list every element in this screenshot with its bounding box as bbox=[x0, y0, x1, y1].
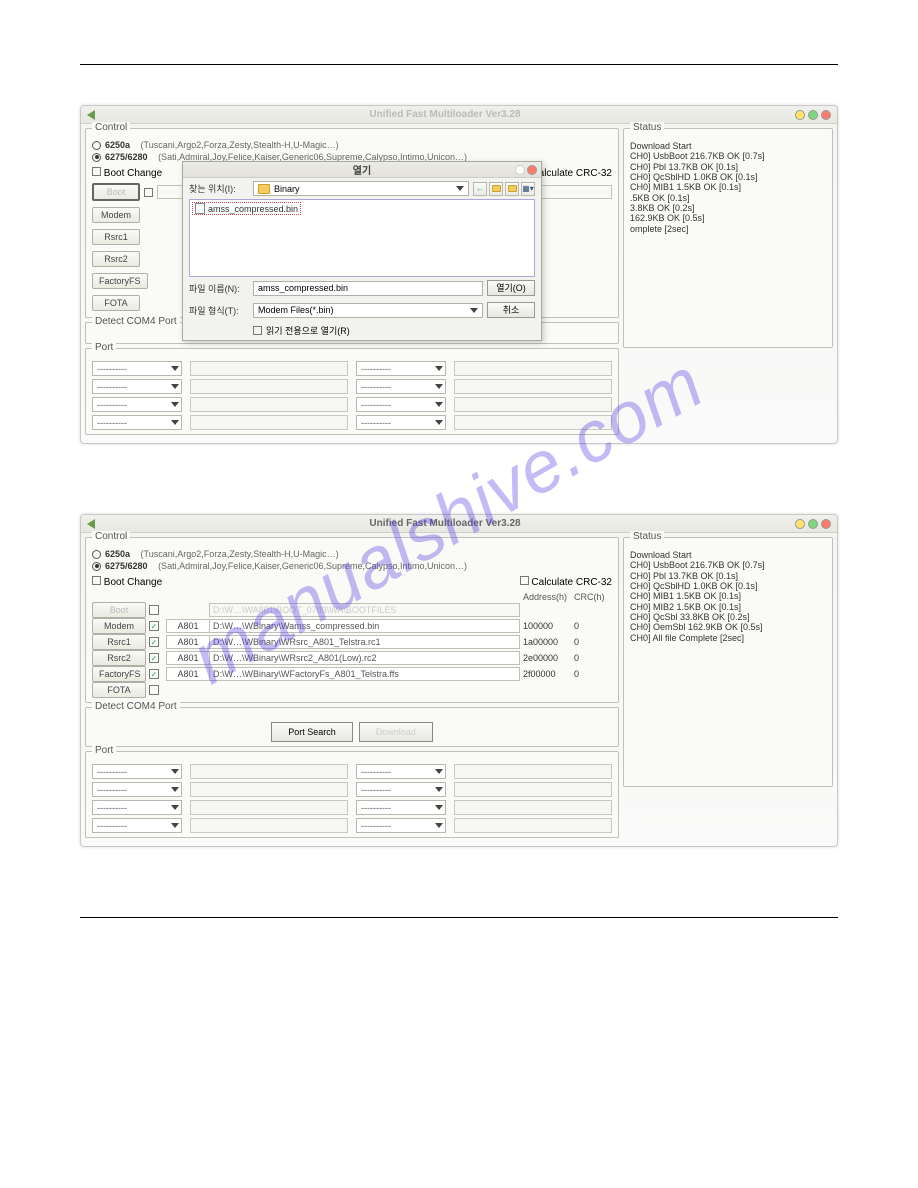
views-icon[interactable]: ▦▾ bbox=[521, 182, 535, 196]
rsrc2-checkbox[interactable] bbox=[149, 653, 159, 663]
port-combo[interactable]: ---------- bbox=[92, 379, 182, 394]
back-arrow-icon[interactable] bbox=[87, 519, 95, 529]
fota-button[interactable]: FOTA bbox=[92, 682, 146, 698]
port-combo[interactable]: ---------- bbox=[356, 379, 446, 394]
factoryfs-button[interactable]: FactoryFS bbox=[92, 666, 146, 682]
port-combo[interactable]: ---------- bbox=[356, 764, 446, 779]
port-combo[interactable]: ---------- bbox=[356, 415, 446, 430]
port-combo[interactable]: ---------- bbox=[92, 415, 182, 430]
up-folder-icon[interactable] bbox=[489, 182, 503, 196]
port-group-title: Port bbox=[92, 745, 116, 756]
modem-checkbox[interactable] bbox=[149, 621, 159, 631]
close-button[interactable] bbox=[821, 519, 831, 529]
boot-button[interactable]: Boot bbox=[92, 183, 140, 201]
rsrc1-button[interactable]: Rsrc1 bbox=[92, 229, 140, 245]
port-combo[interactable]: ---------- bbox=[92, 397, 182, 412]
port-combo[interactable]: ---------- bbox=[356, 361, 446, 376]
file-list[interactable]: amss_compressed.bin bbox=[189, 199, 535, 277]
maximize-button[interactable] bbox=[808, 110, 818, 120]
radio-6275[interactable]: 6275/6280 (Sati,Admiral,Joy,Felice,Kaise… bbox=[92, 560, 612, 572]
boot-button[interactable]: Boot bbox=[92, 602, 146, 618]
port-combo[interactable]: ---------- bbox=[356, 782, 446, 797]
factoryfs-path[interactable]: D:\W…\WBinary\WFactoryFs_A801_Telstra.ff… bbox=[209, 667, 520, 681]
minimize-button[interactable] bbox=[795, 519, 805, 529]
rsrc1-checkbox[interactable] bbox=[149, 637, 159, 647]
filename-input[interactable]: amss_compressed.bin bbox=[253, 281, 483, 296]
port-combo[interactable]: ---------- bbox=[92, 764, 182, 779]
file-icon bbox=[195, 203, 205, 214]
port-search-button[interactable]: Port Search bbox=[271, 722, 353, 742]
close-button[interactable] bbox=[821, 110, 831, 120]
window-title: Unified Fast Multiloader Ver3.28 bbox=[95, 518, 795, 529]
rsrc2-button[interactable]: Rsrc2 bbox=[92, 650, 146, 666]
modem-button[interactable]: Modem bbox=[92, 618, 146, 634]
dialog-title: 열기 bbox=[353, 162, 371, 177]
download-button[interactable]: Download bbox=[359, 722, 433, 742]
port-combo[interactable]: ---------- bbox=[356, 818, 446, 833]
port-combo[interactable]: ---------- bbox=[92, 361, 182, 376]
readonly-checkbox[interactable] bbox=[253, 326, 262, 335]
rsrc2-path[interactable]: D:\W…\WBinary\WRsrc2_A801(Low).rc2 bbox=[209, 651, 520, 665]
maximize-button[interactable] bbox=[808, 519, 818, 529]
file-item[interactable]: amss_compressed.bin bbox=[192, 202, 301, 215]
lookin-label: 찾는 위치(I): bbox=[189, 182, 249, 195]
open-button[interactable]: 열기(O) bbox=[487, 280, 535, 296]
modem-code[interactable]: A801 bbox=[166, 619, 210, 633]
folder-icon bbox=[258, 184, 270, 194]
boot-path: D:\W…\WA801\BOOT_0703\WA\BOOTFILES bbox=[209, 603, 520, 617]
modem-button[interactable]: Modem bbox=[92, 207, 140, 223]
factoryfs-button[interactable]: FactoryFS bbox=[92, 273, 148, 289]
bootchange-checkbox[interactable] bbox=[92, 576, 101, 585]
rsrc1-path[interactable]: D:\W…\WBinary\WRsrc_A801_Telstra.rc1 bbox=[209, 635, 520, 649]
dialog-close-button[interactable] bbox=[527, 165, 537, 175]
titlebar: Unified Fast Multiloader Ver3.28 bbox=[81, 106, 837, 124]
port-combo[interactable]: ---------- bbox=[92, 800, 182, 815]
cancel-button[interactable]: 취소 bbox=[487, 302, 535, 318]
crc-checkbox[interactable] bbox=[520, 576, 529, 585]
back-arrow-icon[interactable] bbox=[87, 110, 95, 120]
minimize-button[interactable] bbox=[795, 110, 805, 120]
titlebar: Unified Fast Multiloader Ver3.28 bbox=[81, 515, 837, 533]
window-title: Unified Fast Multiloader Ver3.28 bbox=[95, 109, 795, 120]
radio-6250a[interactable]: 6250a (Tuscani,Argo2,Forza,Zesty,Stealth… bbox=[92, 548, 612, 560]
rsrc2-button[interactable]: Rsrc2 bbox=[92, 251, 140, 267]
detect-group-title: Detect COM4 Port bbox=[92, 316, 180, 327]
file-open-dialog: 열기 찾는 위치(I): Binary ← bbox=[182, 161, 542, 341]
modem-path[interactable]: D:\W…\WBinary\Wamss_compressed.bin bbox=[209, 619, 520, 633]
fota-button[interactable]: FOTA bbox=[92, 295, 140, 311]
bootchange-checkbox[interactable] bbox=[92, 167, 101, 176]
filetype-combo[interactable]: Modem Files(*.bin) bbox=[253, 303, 483, 318]
detect-group-title: Detect COM4 Port bbox=[92, 701, 180, 712]
control-group-title: Control bbox=[92, 122, 130, 133]
new-folder-icon[interactable] bbox=[505, 182, 519, 196]
status-log: Download Start CH0] UsbBoot 216.7KB OK [… bbox=[630, 548, 826, 645]
port-combo[interactable]: ---------- bbox=[92, 782, 182, 797]
dialog-help-icon[interactable] bbox=[515, 165, 525, 175]
control-group-title: Control bbox=[92, 531, 130, 542]
fota-checkbox[interactable] bbox=[149, 685, 159, 695]
radio-6250a[interactable]: 6250a (Tuscani,Argo2,Forza,Zesty,Stealth… bbox=[92, 139, 612, 151]
status-group-title: Status bbox=[630, 122, 664, 133]
port-combo[interactable]: ---------- bbox=[356, 800, 446, 815]
port-combo[interactable]: ---------- bbox=[92, 818, 182, 833]
app-window-1: Unified Fast Multiloader Ver3.28 Control… bbox=[80, 105, 838, 444]
lookin-combo[interactable]: Binary bbox=[253, 181, 469, 196]
port-group-title: Port bbox=[92, 342, 116, 353]
status-log: Download Start CH0] UsbBoot 216.7KB OK [… bbox=[630, 139, 826, 236]
rsrc1-button[interactable]: Rsrc1 bbox=[92, 634, 146, 650]
status-group-title: Status bbox=[630, 531, 664, 542]
app-window-2: Unified Fast Multiloader Ver3.28 Control… bbox=[80, 514, 838, 847]
back-icon[interactable]: ← bbox=[473, 182, 487, 196]
port-combo[interactable]: ---------- bbox=[356, 397, 446, 412]
factoryfs-checkbox[interactable] bbox=[149, 669, 159, 679]
